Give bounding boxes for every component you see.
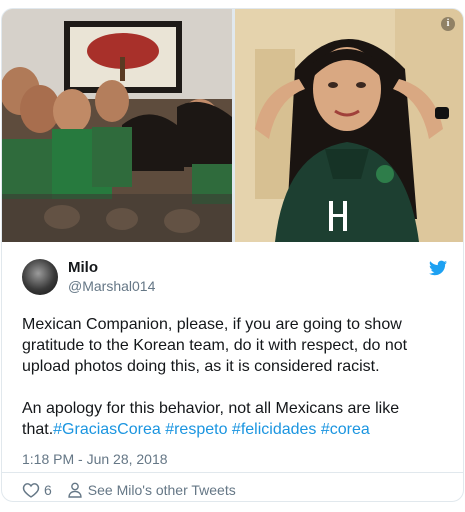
tweet-footer: 6 See Milo's other Tweets — [22, 480, 236, 500]
twitter-bird-icon[interactable] — [429, 260, 447, 276]
heart-icon[interactable] — [22, 482, 40, 498]
tweet-body: Mexican Companion, please, if you are go… — [22, 316, 408, 438]
tweet-media[interactable]: i — [2, 9, 463, 242]
group-photo-illustration — [2, 9, 232, 242]
person-icon — [68, 482, 82, 498]
hashtag-link[interactable]: #GraciasCorea — [53, 421, 161, 438]
woman-jersey-illustration — [235, 9, 463, 242]
see-more-tweets-link[interactable]: See Milo's other Tweets — [68, 482, 236, 498]
footer-divider — [2, 472, 463, 473]
group-photo[interactable] — [2, 9, 232, 242]
embedded-tweet-card[interactable]: i Milo @Marshal014 Mexican Companion, pl… — [1, 8, 464, 502]
woman-jersey-photo[interactable]: i — [235, 9, 463, 242]
info-icon[interactable]: i — [441, 17, 455, 31]
tweet-header: Milo @Marshal014 — [22, 257, 447, 297]
hashtag-link[interactable]: #corea — [321, 421, 370, 438]
tweet-timestamp[interactable]: 1:18 PM - Jun 28, 2018 — [22, 451, 168, 467]
tweet-text: Mexican Companion, please, if you are go… — [22, 314, 442, 440]
avatar[interactable] — [22, 259, 58, 295]
author-name[interactable]: Milo — [68, 259, 98, 276]
hashtag-link[interactable]: #respeto — [165, 421, 227, 438]
see-more-tweets-label: See Milo's other Tweets — [87, 482, 236, 498]
like-count: 6 — [44, 482, 52, 498]
hashtag-link[interactable]: #felicidades — [232, 421, 317, 438]
like-button[interactable]: 6 — [22, 482, 68, 498]
author-handle[interactable]: @Marshal014 — [68, 278, 155, 294]
